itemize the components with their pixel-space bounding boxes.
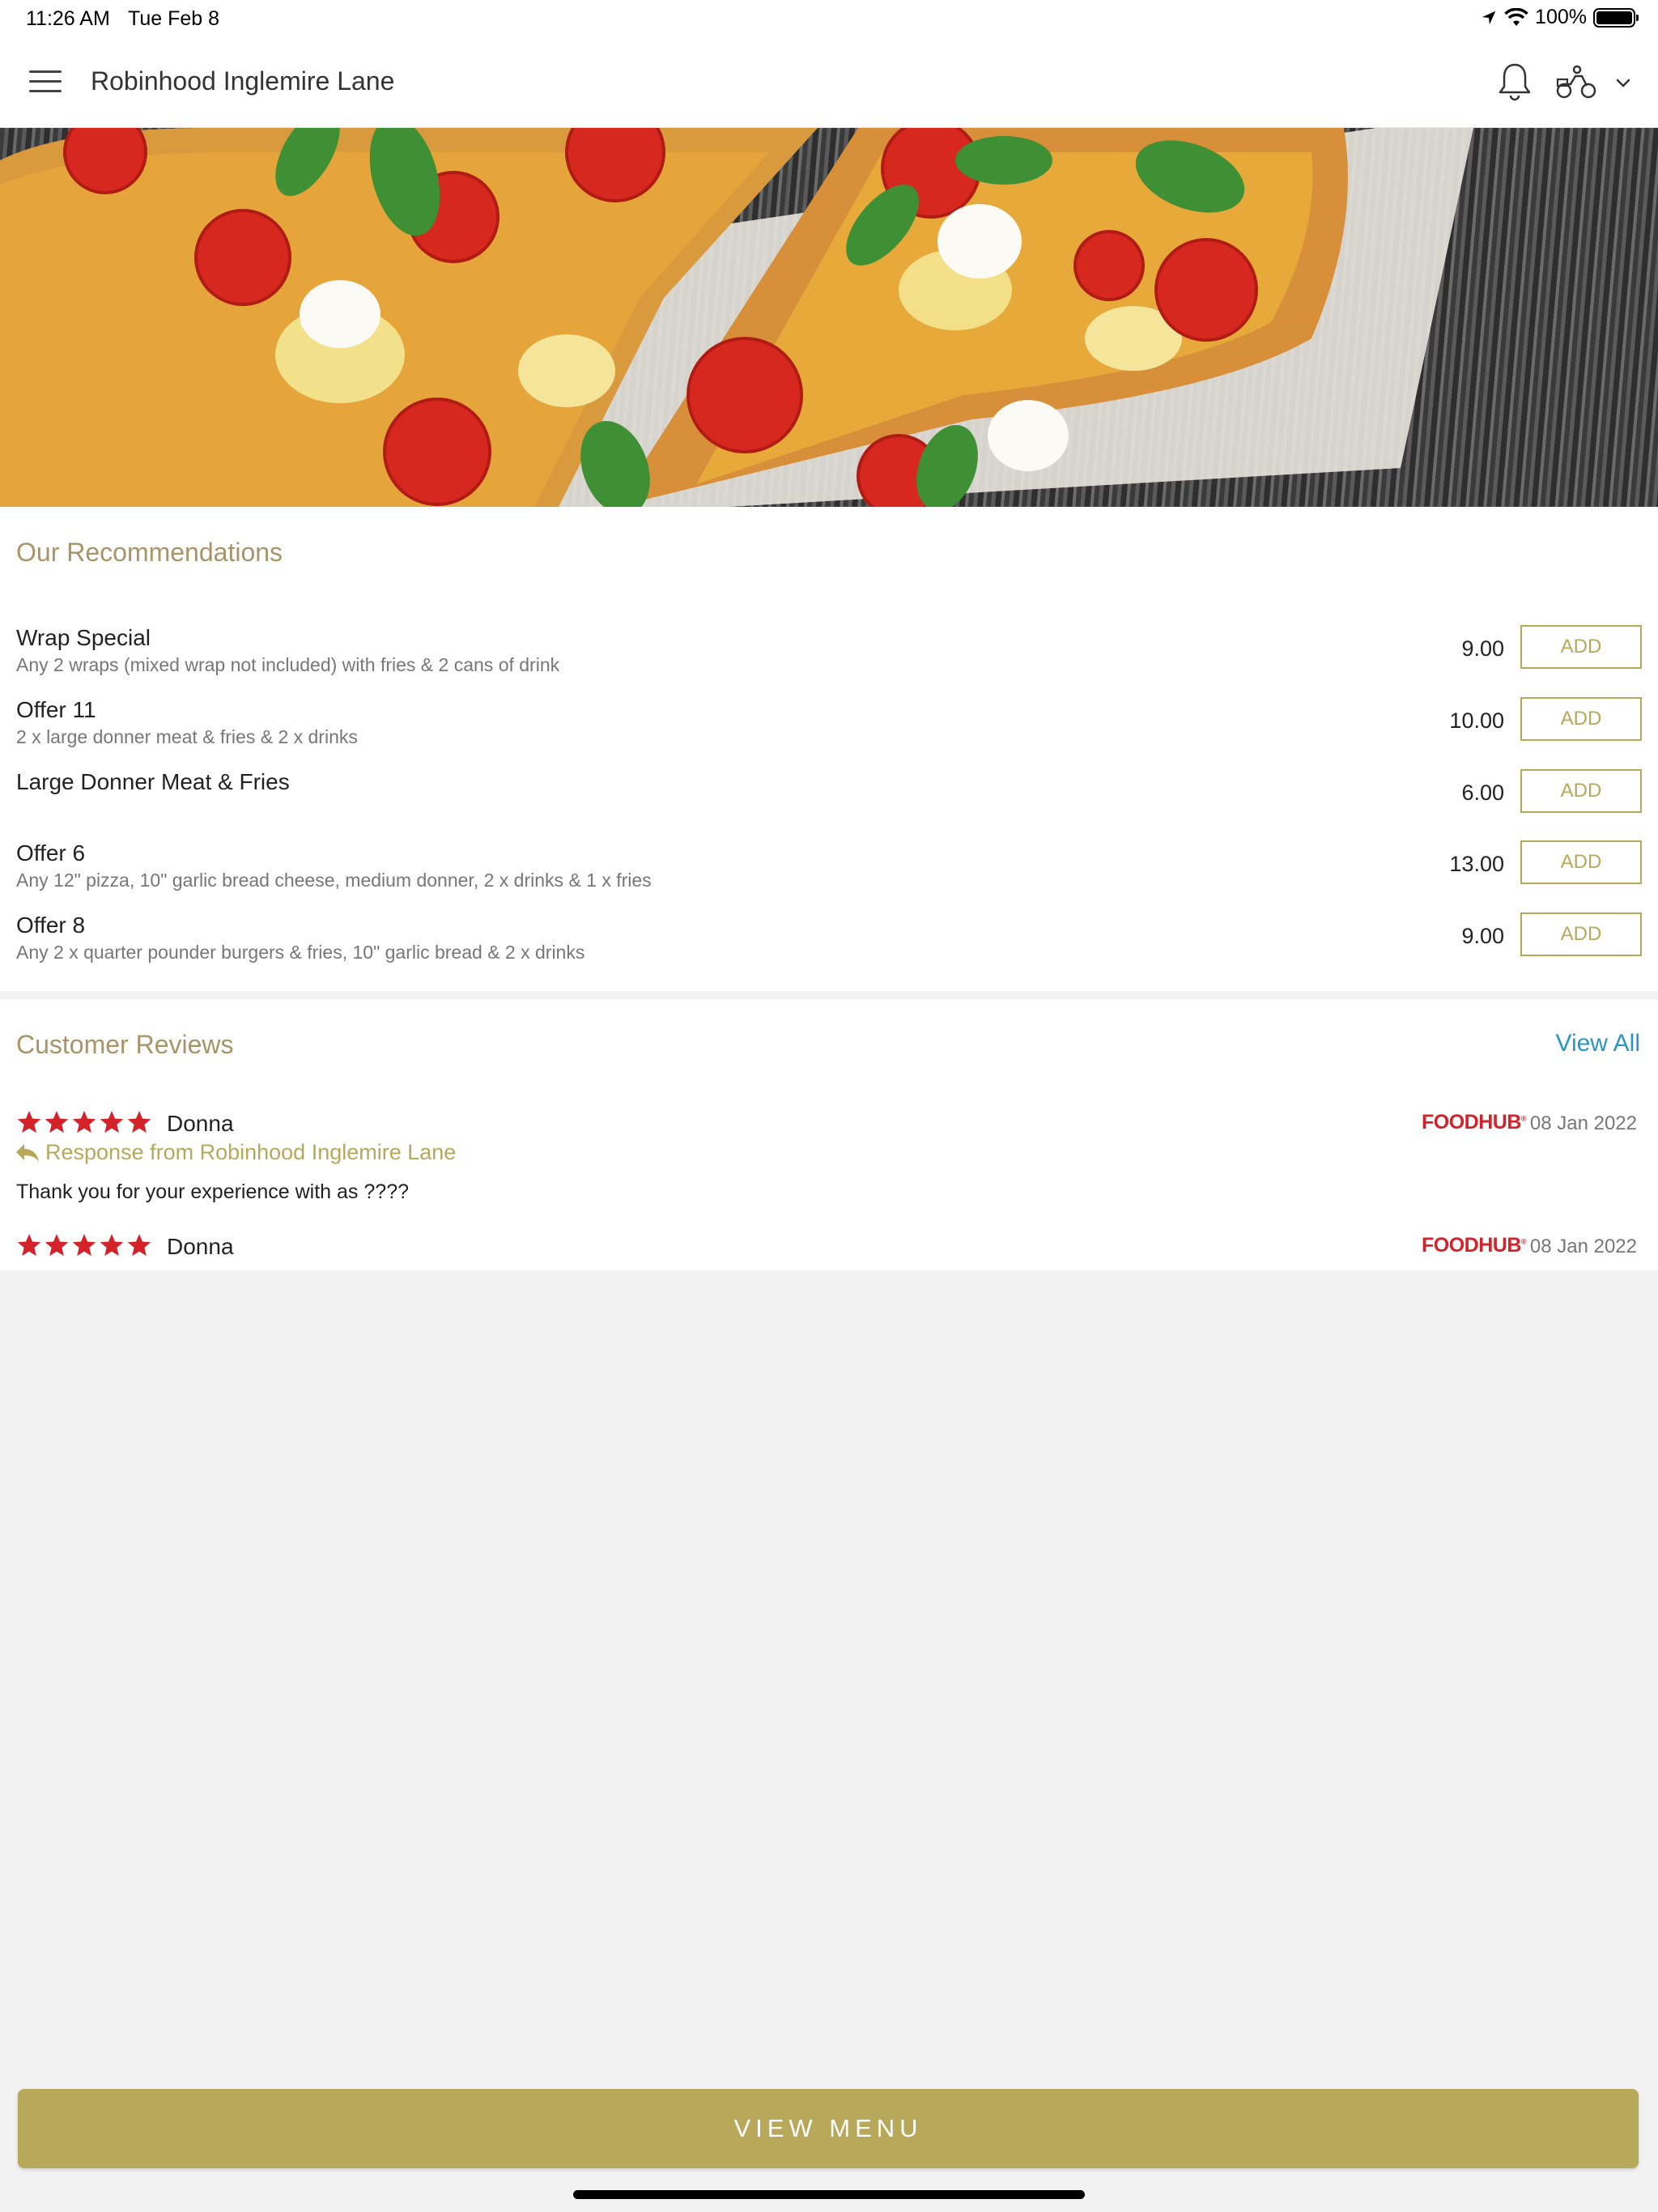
nav-bar: Robinhood Inglemire Lane [0,37,1658,128]
response-label-text: Response from Robinhood Inglemire Lane [45,1140,457,1164]
battery-percent: 100% [1535,6,1587,28]
item-price: 10.00 [1449,708,1504,733]
reviews-section: Customer Reviews View All Donna FOODHUB®… [0,999,1658,1270]
location-arrow-icon [1482,11,1496,24]
item-price: 13.00 [1449,852,1504,876]
response-text: Thank you for your experience with as ??… [16,1180,409,1203]
recommendations-title: Our Recommendations [16,538,283,567]
delivery-scooter-icon[interactable] [1554,65,1598,100]
review-date: 08 Jan 2022 [1529,1112,1637,1134]
reply-arrow-icon [16,1143,39,1162]
recommendations-section: Our Recommendations Wrap Special Any 2 w… [0,507,1658,991]
status-date: Tue Feb 8 [128,7,220,30]
item-price: 6.00 [1461,781,1504,805]
item-description: 2 x large donner meat & fries & 2 x drin… [16,726,358,747]
star-icon [100,1234,124,1257]
item-price: 9.00 [1461,636,1504,661]
star-icon [45,1111,69,1134]
item-description: Any 12" pizza, 10" garlic bread cheese, … [16,870,652,891]
status-right: 100% [1480,6,1639,29]
star-icon [72,1234,96,1257]
star-rating [16,1109,152,1135]
recommendation-item: Offer 11 2 x large donner meat & fries &… [0,697,1658,768]
review-date: 08 Jan 2022 [1529,1236,1637,1257]
star-rating [16,1232,152,1258]
menu-icon[interactable] [29,70,62,95]
recommendation-item: Wrap Special Any 2 wraps (mixed wrap not… [0,625,1658,696]
item-name: Offer 6 [16,840,86,866]
reviews-title: Customer Reviews [16,1030,234,1059]
home-indicator [573,2190,1085,2199]
pizza-illustration [0,128,1473,507]
view-menu-button[interactable]: VIEW MENU [18,2089,1639,2168]
item-description: Any 2 wraps (mixed wrap not included) wi… [16,654,560,675]
hero-pizza-image [0,128,1658,507]
star-icon [17,1111,41,1134]
reviewer-name: Donna [167,1234,234,1259]
chevron-down-icon[interactable] [1611,71,1635,96]
item-name: Offer 8 [16,912,86,938]
page-title: Robinhood Inglemire Lane [91,66,395,96]
star-icon [72,1111,96,1134]
foodhub-logo: FOODHUB® [1422,1111,1527,1134]
recommendation-item: Offer 6 Any 12" pizza, 10" garlic bread … [0,840,1658,912]
star-icon [127,1111,151,1134]
star-icon [100,1111,124,1134]
view-all-link[interactable]: View All [1555,1030,1640,1057]
star-icon [127,1234,151,1257]
item-price: 9.00 [1461,924,1504,948]
foodhub-logo: FOODHUB® [1422,1234,1527,1257]
status-bar: 11:26 AM Tue Feb 8 100% [0,0,1658,37]
item-name: Offer 11 [16,697,96,722]
review-item: Donna FOODHUB® 08 Jan 2022 [0,1108,1658,1143]
reviewer-name: Donna [167,1111,234,1136]
item-description: Any 2 x quarter pounder burgers & fries,… [16,942,585,963]
add-button[interactable]: ADD [1520,769,1642,813]
item-name: Wrap Special [16,625,151,650]
review-item: Donna FOODHUB® 08 Jan 2022 [0,1231,1658,1266]
recommendation-item: Large Donner Meat & Fries 6.00 ADD [0,769,1658,840]
bell-icon[interactable] [1496,62,1533,104]
add-button[interactable]: ADD [1520,840,1642,884]
add-button[interactable]: ADD [1520,697,1642,741]
wifi-icon [1504,7,1528,26]
recommendation-item: Offer 8 Any 2 x quarter pounder burgers … [0,912,1658,984]
battery-icon [1593,7,1639,28]
star-icon [45,1234,69,1257]
star-icon [17,1234,41,1257]
add-button[interactable]: ADD [1520,912,1642,956]
item-name: Large Donner Meat & Fries [16,769,290,794]
status-time: 11:26 AM [26,7,110,30]
add-button[interactable]: ADD [1520,625,1642,669]
owner-response-label: Response from Robinhood Inglemire Lane [15,1140,456,1165]
